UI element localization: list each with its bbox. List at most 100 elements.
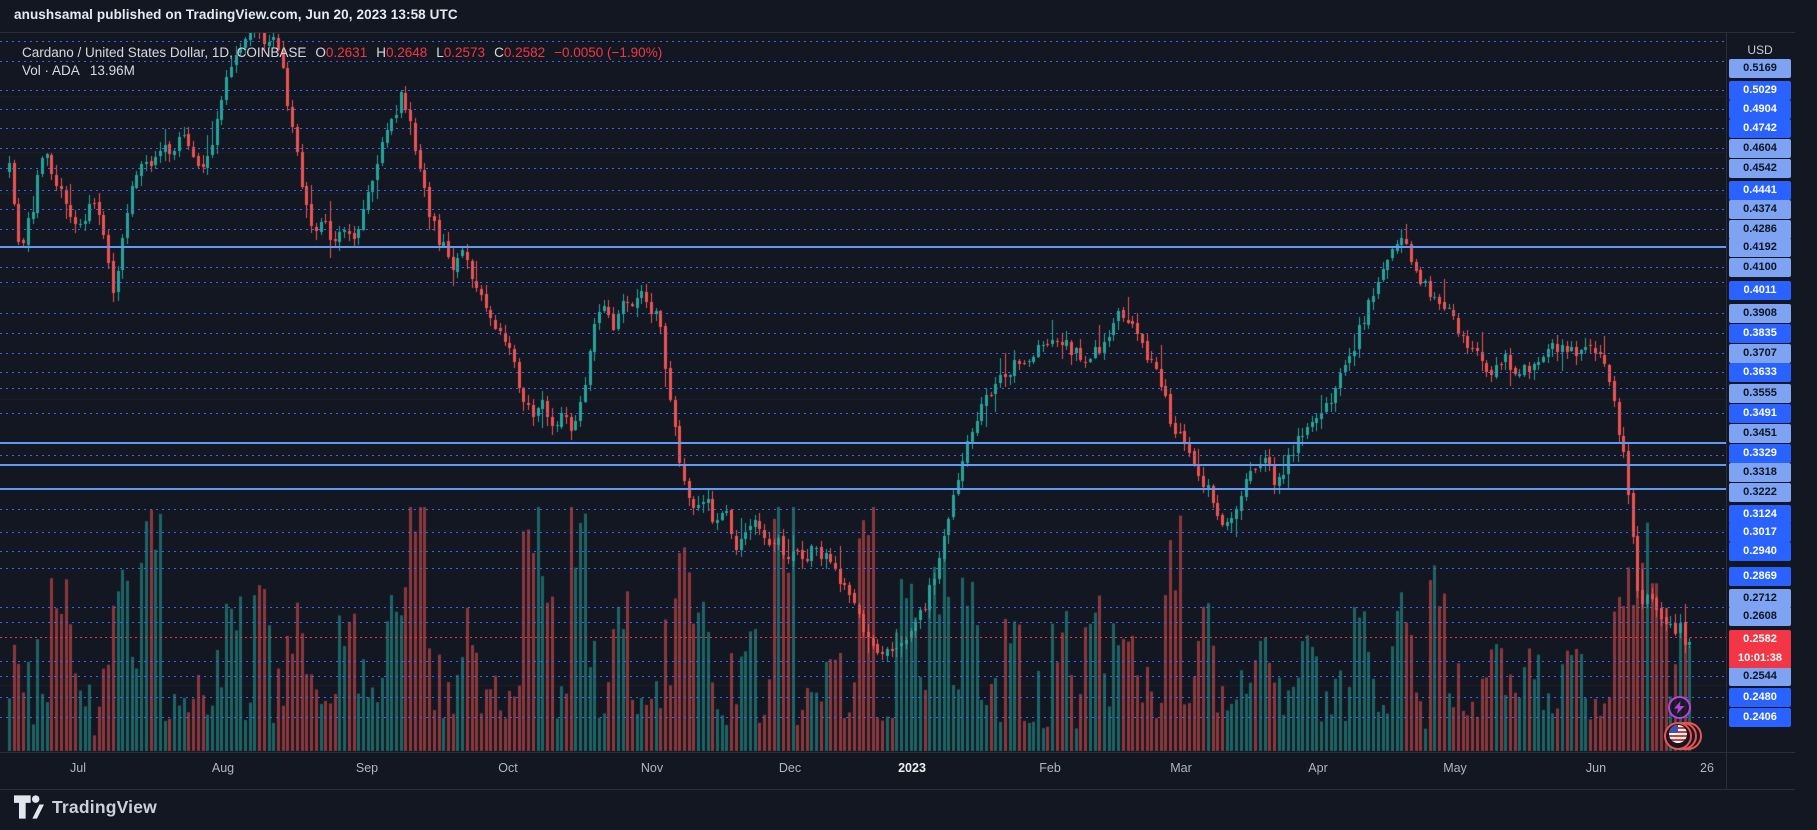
- high-label: H: [376, 45, 386, 60]
- price-level-label-0.4904: 0.4904: [1729, 100, 1791, 119]
- pane-top-border: [0, 32, 1795, 33]
- price-level-line-0.3451[interactable]: [0, 442, 1726, 444]
- lightning-bolt-glyph: [1674, 701, 1685, 714]
- price-scale-border: [1726, 0, 1727, 789]
- price-level-label-0.3633: 0.3633: [1729, 363, 1791, 382]
- tradingview-snapshot: anushsamal published on TradingView.com,…: [0, 0, 1817, 830]
- price-level-line[interactable]: [0, 717, 1726, 718]
- price-level-label-0.4100: 0.4100: [1729, 258, 1791, 277]
- price-level-label-0.2869: 0.2869: [1729, 567, 1791, 586]
- tradingview-branding[interactable]: TradingView: [14, 795, 157, 819]
- price-level-line-0.3318[interactable]: [0, 464, 1726, 466]
- price-level-line-0.3222[interactable]: [0, 488, 1726, 490]
- time-axis-label-Jun: Jun: [1586, 761, 1606, 775]
- high-value: 0.2648: [386, 45, 427, 60]
- price-level-line-0.3555[interactable]: [0, 388, 1726, 389]
- price-level-line-0.4374[interactable]: [0, 209, 1726, 210]
- price-level-line-0.3124[interactable]: [0, 509, 1726, 510]
- close-value: 0.2582: [504, 45, 545, 60]
- us-flag-icon: [1669, 725, 1687, 743]
- price-level-line-0.4542[interactable]: [0, 168, 1726, 169]
- price-level-line-0.4604[interactable]: [0, 148, 1726, 149]
- price-level-label-0.3835: 0.3835: [1729, 324, 1791, 343]
- change-value: −0.0050 (−1.90%): [554, 45, 662, 60]
- price-level-line-0.2712[interactable]: [0, 607, 1726, 608]
- price-level-line-0.5029[interactable]: [0, 90, 1726, 91]
- price-level-line-0.2940[interactable]: [0, 551, 1726, 552]
- price-level-line-0.3908[interactable]: [0, 313, 1726, 314]
- price-level-line-0.3633[interactable]: [0, 372, 1726, 373]
- volume-label[interactable]: Vol · ADA: [22, 63, 79, 78]
- price-level-line-0.2608[interactable]: [0, 622, 1726, 623]
- lightning-icon[interactable]: [1668, 696, 1691, 719]
- price-level-line-0.2544[interactable]: [0, 661, 1726, 662]
- price-level-line-0.4441[interactable]: [0, 190, 1726, 191]
- low-value: 0.2573: [444, 45, 485, 60]
- price-level-label-0.2480: 0.2480: [1729, 688, 1791, 707]
- price-level-label-0.5169: 0.5169: [1729, 59, 1791, 78]
- price-level-label-0.2608: 0.2608: [1729, 607, 1791, 626]
- price-level-label-0.3222: 0.3222: [1729, 483, 1791, 502]
- low-label: L: [436, 45, 444, 60]
- economic-events-icon[interactable]: [1664, 722, 1704, 752]
- price-level-line-0.2480[interactable]: [0, 676, 1726, 677]
- last-price-tag: 0.2582 10:01:38: [1729, 630, 1791, 668]
- price-level-label-0.2544: 0.2544: [1729, 667, 1791, 686]
- price-level-label-0.4192: 0.4192: [1729, 238, 1791, 257]
- price-chart-canvas[interactable]: [0, 0, 1726, 752]
- price-level-label-0.4011: 0.4011: [1729, 281, 1791, 300]
- price-level-label-0.4374: 0.4374: [1729, 200, 1791, 219]
- price-level-label-0.4742: 0.4742: [1729, 119, 1791, 138]
- symbol-title[interactable]: Cardano / United States Dollar, 1D, COIN…: [22, 45, 306, 60]
- time-axis-label-26: 26: [1700, 761, 1714, 775]
- time-axis-label-Mar: Mar: [1170, 761, 1192, 775]
- price-level-line-0.2406[interactable]: [0, 697, 1726, 698]
- price-level-label-0.3707: 0.3707: [1729, 344, 1791, 363]
- price-level-label-0.4286: 0.4286: [1729, 220, 1791, 239]
- price-level-label-0.3908: 0.3908: [1729, 304, 1791, 323]
- attribution-text: anushsamal published on TradingView.com,…: [14, 7, 458, 22]
- time-axis-label-Feb: Feb: [1039, 761, 1061, 775]
- price-level-line-0.3707[interactable]: [0, 353, 1726, 354]
- volume-value: 13.96M: [90, 63, 135, 78]
- symbol-legend: Cardano / United States Dollar, 1D, COIN…: [22, 45, 662, 60]
- price-level-line-0.4192[interactable]: [0, 246, 1726, 248]
- time-axis-label-May: May: [1443, 761, 1467, 775]
- price-level-line-0.3835[interactable]: [0, 333, 1726, 334]
- volume-legend: Vol · ADA 13.96M: [22, 63, 135, 78]
- price-level-line-0.4286[interactable]: [0, 229, 1726, 230]
- price-level-label-0.2940: 0.2940: [1729, 542, 1791, 561]
- price-level-line-0.2869[interactable]: [0, 568, 1726, 569]
- price-level-line-0.4011[interactable]: [0, 282, 1726, 283]
- price-scale-currency: USD: [1729, 43, 1791, 57]
- price-level-line[interactable]: [0, 41, 1726, 42]
- price-level-label-0.3124: 0.3124: [1729, 505, 1791, 524]
- time-axis-label-Dec: Dec: [779, 761, 801, 775]
- price-level-line-0.3491[interactable]: [0, 413, 1726, 414]
- current-price-line: [0, 637, 1726, 638]
- price-level-label-0.4604: 0.4604: [1729, 139, 1791, 158]
- time-axis-label-Sep: Sep: [356, 761, 378, 775]
- price-level-label-0.4441: 0.4441: [1729, 181, 1791, 200]
- price-level-line-0.4100[interactable]: [0, 267, 1726, 268]
- widget-bottom-border: [0, 789, 1795, 790]
- price-level-line-0.5169[interactable]: [0, 61, 1726, 62]
- time-axis-label-Jul: Jul: [70, 761, 86, 775]
- price-level-line-0.3017[interactable]: [0, 532, 1726, 533]
- tradingview-logo-icon: [14, 795, 44, 819]
- price-level-label-0.2406: 0.2406: [1729, 708, 1791, 727]
- attribution-bar: anushsamal published on TradingView.com,…: [0, 0, 1817, 32]
- close-label: C: [494, 45, 504, 60]
- open-value: 0.2631: [326, 45, 367, 60]
- open-label: O: [315, 45, 326, 60]
- price-level-line-0.4904[interactable]: [0, 109, 1726, 110]
- time-axis-label-2023: 2023: [898, 761, 926, 775]
- price-level-line-0.4742[interactable]: [0, 128, 1726, 129]
- time-axis-label-Aug: Aug: [212, 761, 234, 775]
- last-price-value: 0.2582: [1729, 630, 1791, 649]
- price-level-label-0.4542: 0.4542: [1729, 159, 1791, 178]
- time-axis-label-Apr: Apr: [1308, 761, 1327, 775]
- price-level-line-0.3329[interactable]: [0, 455, 1726, 456]
- price-level-label-0.3491: 0.3491: [1729, 404, 1791, 423]
- tradingview-wordmark: TradingView: [52, 797, 157, 818]
